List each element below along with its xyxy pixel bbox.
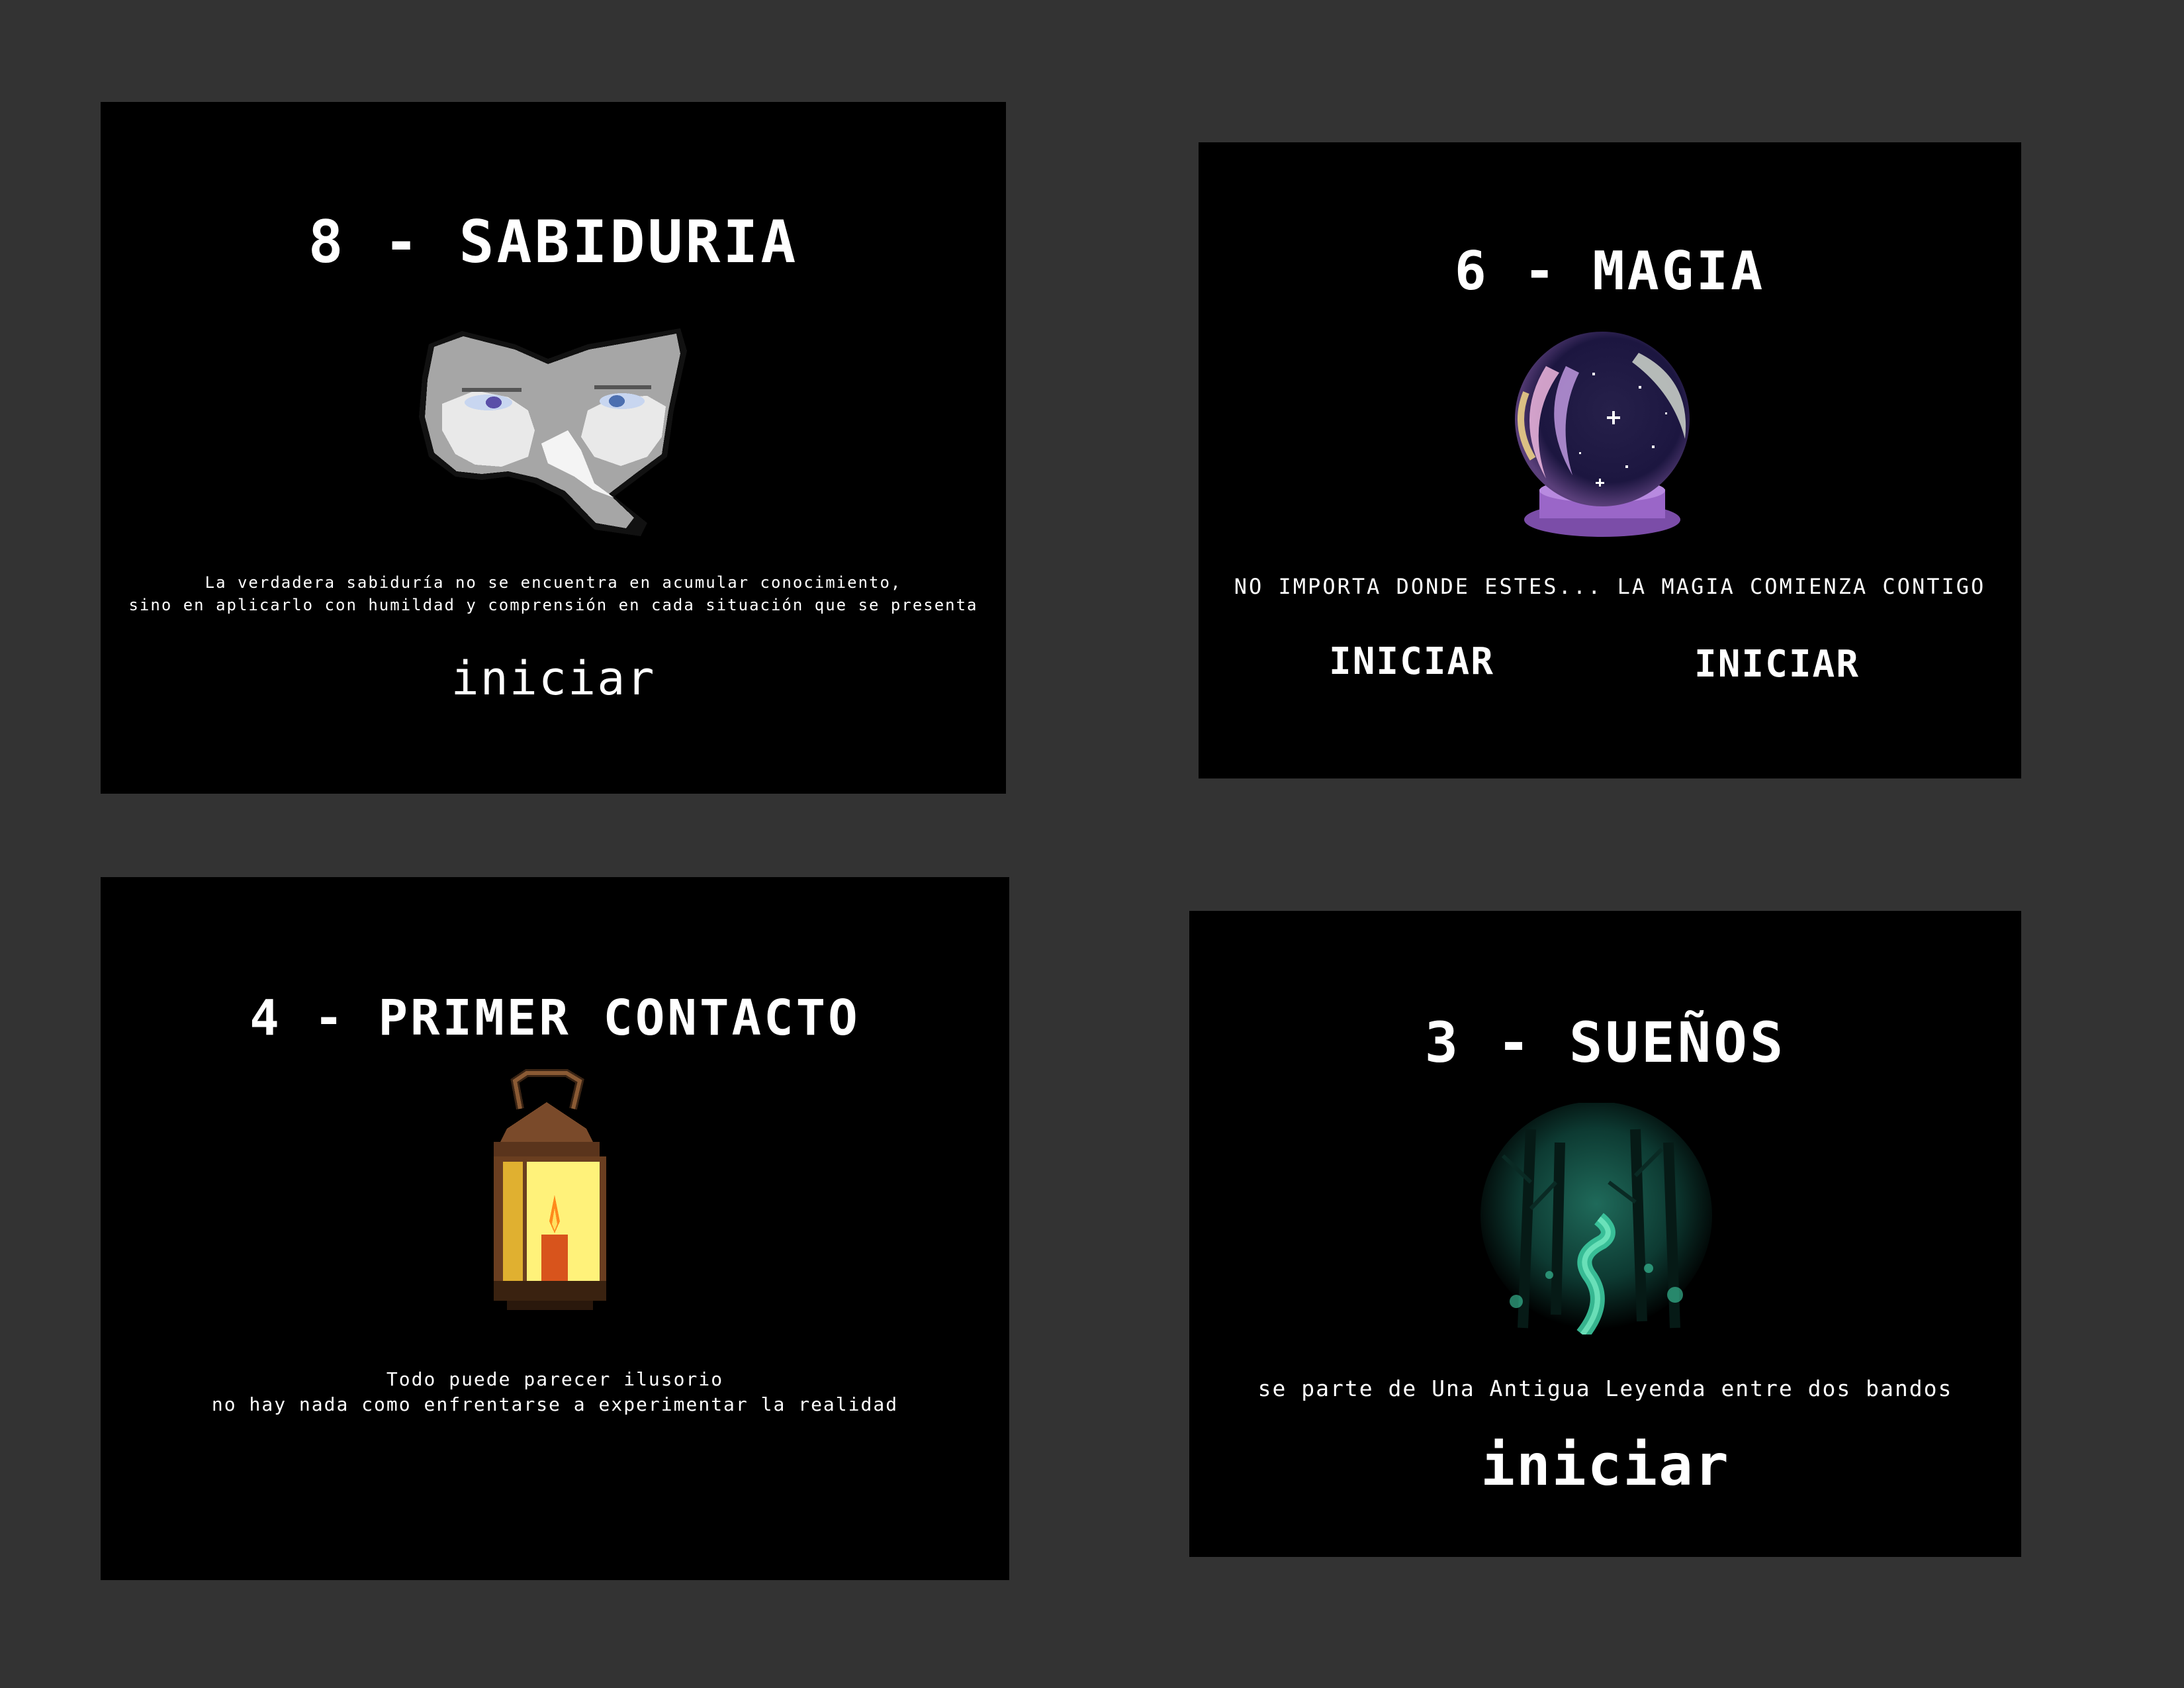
card-title: 4 - PRIMER CONTACTO [250,990,860,1047]
start-button[interactable]: INICIAR [1684,643,1870,686]
level-card-sabiduria: 8 - SABIDURIA La verdadera sabiduría no … [101,102,1006,794]
level-card-primer-contacto: 4 - PRIMER CONTACTO Todo puede parecer i… [101,877,1009,1580]
start-button[interactable]: iniciar [101,651,1006,706]
forest-path-icon [1477,1103,1716,1335]
card-title: 3 - SUEÑOS [1424,1010,1786,1075]
card-description-line: no hay nada como enfrentarse a experimen… [211,1393,899,1415]
card-description: NO IMPORTA DONDE ESTES... LA MAGIA COMIE… [1234,574,1986,599]
mask-icon [416,324,690,536]
card-title: 6 - MAGIA [1454,240,1766,302]
start-button[interactable]: iniciar [1189,1432,2021,1499]
card-title: 8 - SABIDURIA [308,208,799,276]
lantern-icon [480,1069,613,1315]
card-description-line: La verdadera sabiduría no se encuentra e… [205,573,902,592]
card-description-line: sino en aplicarlo con humildad y compren… [128,596,978,614]
crystal-ball-icon [1500,326,1705,539]
card-description: se parte de Una Antigua Leyenda entre do… [1257,1376,1953,1401]
level-card-magia: 6 - MAGIA NO IMPORTA DONDE ESTES... LA M… [1199,142,2021,778]
level-card-suenos: 3 - SUEÑOS se parte de Una Antigua Leyen… [1189,911,2021,1557]
start-button[interactable]: INICIAR [1319,640,1504,683]
card-description-line: Todo puede parecer ilusorio [386,1368,724,1390]
